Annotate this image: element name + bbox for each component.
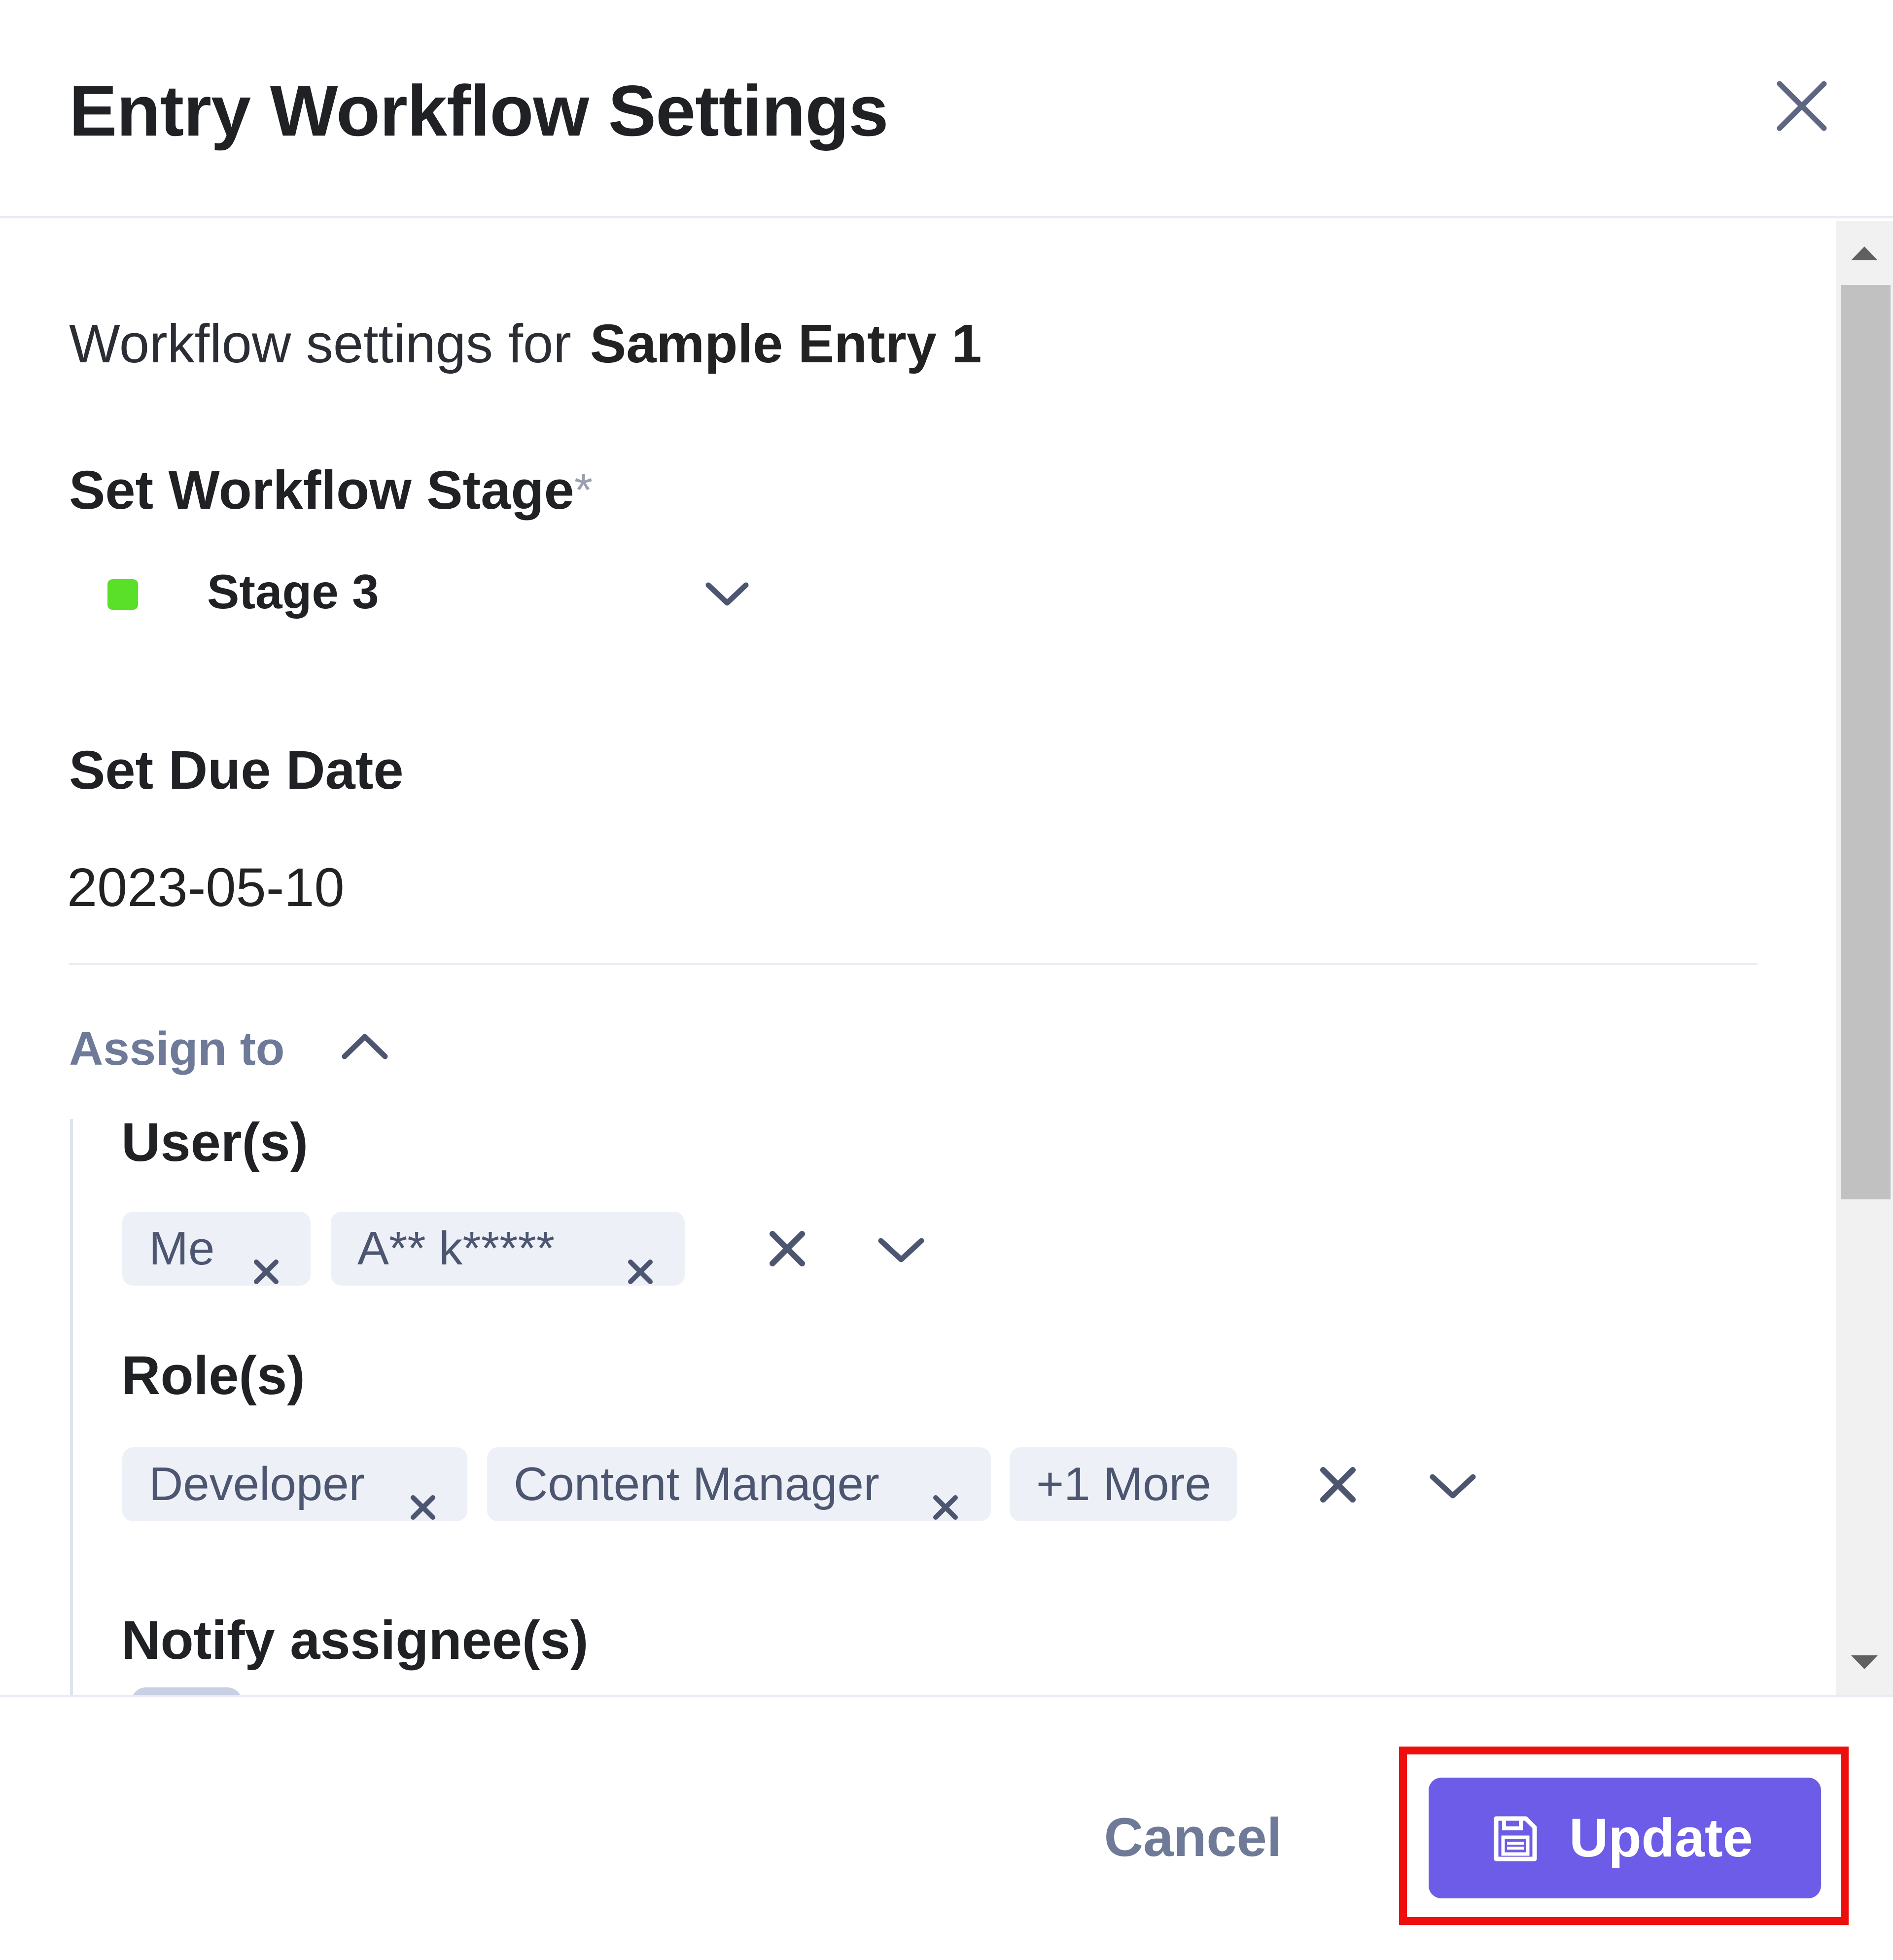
user-chip-second: A** k*****	[331, 1212, 685, 1286]
remove-chip-icon[interactable]	[408, 1470, 438, 1520]
user-chip-label: Me	[149, 1222, 215, 1275]
scrollbar[interactable]	[1836, 221, 1893, 1695]
modal-footer: Cancel Update	[0, 1695, 1893, 1960]
remove-chip-icon[interactable]	[931, 1470, 960, 1520]
save-icon	[1490, 1815, 1540, 1864]
entry-name: Sample Entry 1	[590, 314, 982, 374]
scroll-up-arrow-icon[interactable]	[1836, 221, 1893, 275]
assign-section-rail	[70, 1119, 73, 1695]
modal-header: Entry Workflow Settings	[0, 0, 1893, 218]
modal-title: Entry Workflow Settings	[69, 70, 889, 151]
due-date-label: Set Due Date	[69, 740, 404, 801]
workflow-settings-modal: Entry Workflow Settings Workflow setting…	[0, 0, 1893, 1960]
remove-chip-icon[interactable]	[626, 1234, 655, 1284]
intro-text: Workflow settings for Sample Entry 1	[69, 310, 982, 379]
user-chip-label: A** k*****	[357, 1222, 555, 1275]
notify-assignees-label: Notify assignee(s)	[121, 1610, 589, 1671]
roles-label: Role(s)	[121, 1345, 305, 1406]
role-chip-more[interactable]: +1 More	[1010, 1447, 1237, 1521]
section-divider	[69, 963, 1757, 965]
modal-body: Workflow settings for Sample Entry 1 Set …	[0, 221, 1836, 1695]
role-chip-content-manager: Content Manager	[487, 1447, 991, 1521]
chevron-up-icon[interactable]	[338, 1022, 392, 1071]
notify-toggle-switch[interactable]	[131, 1687, 242, 1695]
workflow-stage-label: Set Workflow Stage*	[69, 456, 593, 525]
clear-roles-icon[interactable]	[1317, 1464, 1359, 1505]
scroll-down-arrow-icon[interactable]	[1836, 1641, 1893, 1695]
intro-prefix: Workflow settings for	[69, 314, 571, 374]
role-chip-label: Developer	[149, 1458, 365, 1510]
clear-users-icon[interactable]	[767, 1228, 808, 1269]
assign-to-label: Assign to	[69, 1022, 285, 1075]
remove-chip-icon[interactable]	[251, 1234, 281, 1284]
required-mark: *	[574, 464, 593, 517]
scrollbar-thumb[interactable]	[1841, 285, 1891, 1199]
chevron-down-icon[interactable]	[702, 569, 752, 619]
stage-selected-value: Stage 3	[207, 564, 379, 619]
more-roles-label: +1 More	[1036, 1458, 1211, 1510]
due-date-value[interactable]: 2023-05-10	[67, 853, 345, 922]
chevron-down-icon[interactable]	[1426, 1461, 1480, 1510]
chevron-down-icon[interactable]	[874, 1225, 928, 1274]
stage-color-indicator	[107, 579, 138, 610]
role-chip-developer: Developer	[122, 1447, 467, 1521]
users-label: User(s)	[121, 1112, 309, 1173]
update-button[interactable]: Update	[1429, 1778, 1821, 1898]
workflow-stage-select[interactable]: Stage 3	[69, 562, 774, 621]
close-icon[interactable]	[1770, 74, 1834, 138]
user-chip-me: Me	[122, 1212, 311, 1286]
role-chip-label: Content Manager	[514, 1458, 879, 1510]
update-button-label: Update	[1569, 1808, 1753, 1868]
cancel-button[interactable]: Cancel	[1089, 1801, 1297, 1875]
workflow-stage-label-text: Set Workflow Stage	[69, 460, 574, 521]
